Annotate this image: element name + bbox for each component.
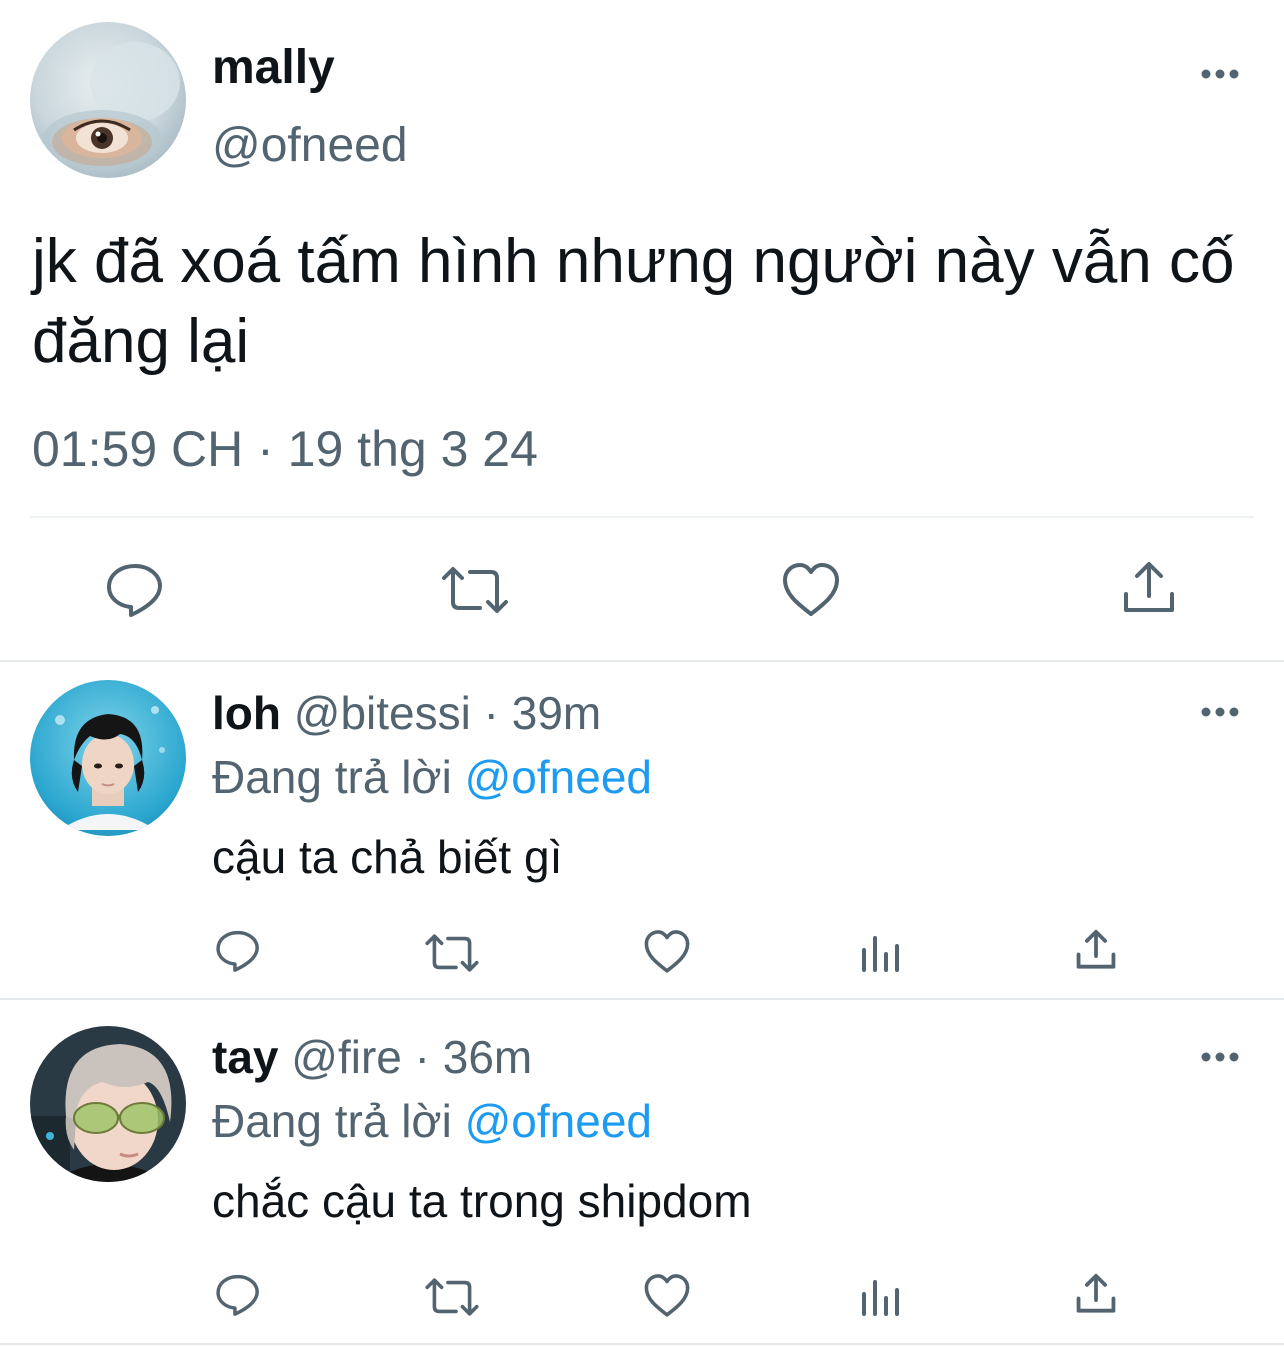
replying-label: Đang trả lời — [212, 751, 465, 803]
reply-display-name[interactable]: tay — [212, 1031, 278, 1083]
reply-avatar[interactable] — [30, 1026, 186, 1182]
tweet-text: jk đã xoá tấm hình nhưng người này vẫn c… — [32, 227, 1235, 376]
analytics-icon — [862, 936, 899, 972]
reply-icon — [216, 1274, 259, 1316]
like-icon — [783, 563, 839, 616]
reply-age[interactable]: 39m — [512, 687, 601, 739]
reply-display-name[interactable]: loh — [212, 687, 281, 739]
avatar-image — [30, 1026, 186, 1182]
reply-icon — [216, 930, 259, 972]
like-button[interactable] — [780, 560, 842, 618]
analytics-button[interactable] — [860, 1274, 902, 1318]
replying-label: Đang trả lời — [212, 1095, 465, 1147]
share-icon — [1124, 562, 1174, 612]
reply-avatar[interactable] — [30, 680, 186, 836]
analytics-button[interactable] — [860, 930, 902, 974]
reply-icon — [107, 564, 162, 617]
author-avatar[interactable] — [30, 22, 186, 178]
share-icon — [1076, 1273, 1116, 1313]
mention-link[interactable]: @ofneed — [465, 751, 652, 803]
share-button[interactable] — [1120, 560, 1178, 616]
reply-button[interactable] — [214, 928, 262, 974]
like-button[interactable] — [642, 1272, 692, 1318]
divider — [0, 660, 1284, 662]
more-options-icon[interactable] — [1200, 1051, 1240, 1063]
reply-header: loh @bitessi · 39m — [212, 686, 601, 740]
analytics-icon — [862, 1280, 899, 1316]
retweet-icon — [442, 567, 508, 613]
reply-handle[interactable]: @bitessi — [294, 687, 471, 739]
like-icon — [644, 930, 690, 973]
retweet-icon — [425, 934, 479, 972]
avatar-image — [30, 680, 186, 836]
retweet-button[interactable] — [424, 932, 480, 974]
reply-text: cậu ta chả biết gì — [212, 831, 563, 883]
divider — [0, 998, 1284, 1000]
retweet-button[interactable] — [424, 1276, 480, 1318]
reply-button[interactable] — [214, 1272, 262, 1318]
replying-to: Đang trả lời @ofneed — [212, 1094, 652, 1148]
reply-header: tay @fire · 36m — [212, 1030, 532, 1084]
more-options-icon[interactable] — [1200, 706, 1240, 718]
separator: · — [470, 687, 512, 739]
reply-text: chắc cậu ta trong shipdom — [212, 1175, 752, 1227]
divider — [0, 1343, 1284, 1345]
more-options-icon[interactable] — [1200, 68, 1240, 80]
reply-handle[interactable]: @fire — [291, 1031, 402, 1083]
author-handle[interactable]: @ofneed — [212, 118, 408, 173]
separator: · — [401, 1031, 443, 1083]
retweet-button[interactable] — [440, 564, 510, 616]
tweet-thread: mally @ofneed jk đã xoá tấm hình nhưng n… — [0, 0, 1284, 1347]
like-button[interactable] — [642, 928, 692, 974]
reply-age[interactable]: 36m — [443, 1031, 532, 1083]
retweet-icon — [425, 1278, 479, 1316]
divider — [30, 516, 1254, 518]
share-button[interactable] — [1074, 928, 1118, 972]
like-icon — [644, 1274, 690, 1317]
mention-link[interactable]: @ofneed — [465, 1095, 652, 1147]
author-display-name[interactable]: mally — [212, 40, 335, 95]
replying-to: Đang trả lời @ofneed — [212, 750, 652, 804]
tweet-timestamp[interactable]: 01:59 CH · 19 thg 3 24 — [32, 420, 538, 478]
avatar-image — [30, 22, 186, 178]
share-icon — [1076, 929, 1116, 969]
share-button[interactable] — [1074, 1272, 1118, 1316]
reply-button[interactable] — [104, 560, 166, 620]
